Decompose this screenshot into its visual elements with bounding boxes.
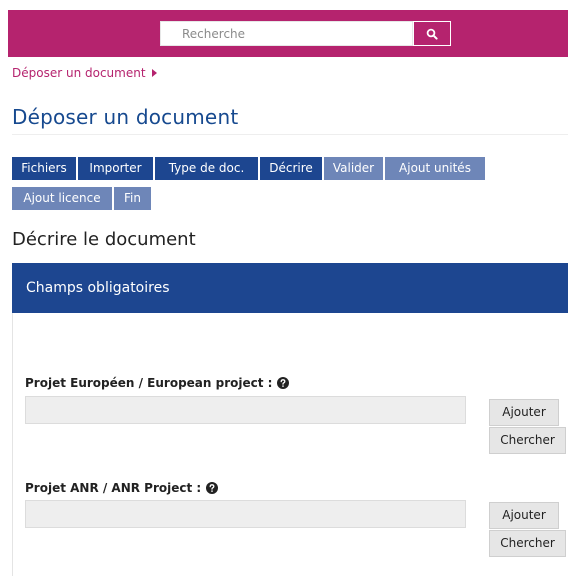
- question-circle-icon[interactable]: [277, 377, 290, 389]
- search-button[interactable]: [413, 21, 451, 46]
- field-label-anr-project: Projet ANR / ANR Project :: [25, 481, 219, 495]
- tab-label: Ajout licence: [23, 191, 101, 205]
- tab-label: Fin: [124, 191, 141, 205]
- tab-ajout-unites[interactable]: Ajout unités: [385, 157, 485, 180]
- anr-project-input[interactable]: [25, 500, 466, 528]
- tab-ajout-licence[interactable]: Ajout licence: [12, 187, 112, 210]
- field-label-text: Projet ANR / ANR Project :: [25, 481, 202, 495]
- tab-type-de-doc[interactable]: Type de doc.: [155, 157, 258, 180]
- add-european-project-button[interactable]: Ajouter: [489, 399, 559, 426]
- tab-label: Fichiers: [21, 161, 67, 175]
- tab-fichiers[interactable]: Fichiers: [12, 157, 76, 180]
- tab-decrire[interactable]: Décrire: [260, 157, 322, 180]
- tab-label: Décrire: [269, 161, 313, 175]
- caret-right-icon: [151, 69, 157, 77]
- tab-fin[interactable]: Fin: [114, 187, 151, 210]
- search-icon: [426, 28, 438, 40]
- button-label: Chercher: [500, 536, 555, 550]
- button-label: Chercher: [500, 433, 555, 447]
- european-project-input[interactable]: [25, 396, 466, 424]
- panel-border: [12, 313, 13, 576]
- search-input[interactable]: [160, 21, 413, 46]
- question-circle-icon[interactable]: [206, 482, 219, 494]
- search-anr-project-button[interactable]: Chercher: [489, 530, 566, 557]
- title-divider: [12, 134, 568, 135]
- tab-label: Type de doc.: [168, 161, 245, 175]
- tab-valider[interactable]: Valider: [324, 157, 383, 180]
- breadcrumb: Déposer un document: [12, 66, 157, 80]
- button-label: Ajouter: [502, 405, 546, 419]
- button-label: Ajouter: [502, 508, 546, 522]
- field-label-european-project: Projet Européen / European project :: [25, 376, 290, 390]
- field-label-text: Projet Européen / European project :: [25, 376, 273, 390]
- section-title: Décrire le document: [12, 229, 196, 250]
- tab-label: Ajout unités: [399, 161, 471, 175]
- search-european-project-button[interactable]: Chercher: [489, 427, 566, 454]
- breadcrumb-link[interactable]: Déposer un document: [12, 66, 146, 80]
- add-anr-project-button[interactable]: Ajouter: [489, 502, 559, 529]
- tab-importer[interactable]: Importer: [78, 157, 153, 180]
- tab-label: Importer: [89, 161, 142, 175]
- top-bar: [8, 10, 568, 57]
- panel-header: Champs obligatoires: [12, 263, 568, 313]
- page-title: Déposer un document: [12, 105, 239, 129]
- tab-label: Valider: [332, 161, 375, 175]
